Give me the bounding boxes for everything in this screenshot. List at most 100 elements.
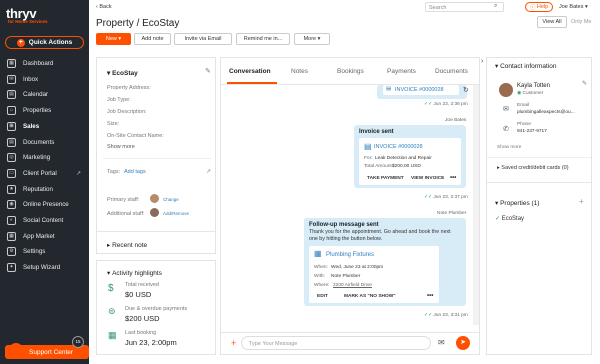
help-button[interactable]: ⓘ Help bbox=[525, 2, 553, 12]
tab-conversation[interactable]: Conversation bbox=[229, 68, 271, 75]
add-tags-link[interactable]: Add tags bbox=[124, 169, 146, 175]
inbox-icon: ✉ bbox=[7, 74, 16, 84]
message-timestamp: ✓✓ Jun 23, 3:31 pm bbox=[424, 313, 468, 318]
sidebar-item-calendar[interactable]: ▤ Calendar bbox=[0, 87, 89, 102]
for-value: Leak Detection and Repair bbox=[375, 156, 432, 161]
invoice-link[interactable]: INVOICE #0000028 bbox=[395, 87, 444, 93]
booking-card: ▦ Plumbing Fixtures When: Wed, June 23 a… bbox=[309, 246, 439, 303]
message-title: Invoice sent bbox=[359, 129, 394, 135]
activity-toggle[interactable]: ▾ Activity highlights bbox=[107, 269, 162, 277]
recent-note-label: Recent note bbox=[112, 242, 148, 249]
sidebar-item-properties[interactable]: ⌂ Properties bbox=[0, 103, 89, 118]
service-link[interactable]: Plumbing Fixtures bbox=[326, 252, 374, 258]
last-booking-label: Last booking bbox=[125, 330, 157, 336]
sidebar-item-inbox[interactable]: ✉ Inbox bbox=[0, 72, 89, 87]
external-link-icon[interactable]: ↗ bbox=[206, 168, 211, 175]
message-input[interactable]: Type Your Message bbox=[241, 336, 431, 350]
view-invoice-button[interactable]: VIEW INVOICE bbox=[411, 176, 444, 181]
tab-payments[interactable]: Payments bbox=[387, 68, 416, 75]
property-list-item[interactable]: ✓ EcoStay bbox=[495, 215, 524, 222]
show-more-link[interactable]: Show more bbox=[497, 145, 521, 150]
add-attachment-icon[interactable]: + bbox=[231, 338, 236, 348]
invite-email-button[interactable]: Invite via Email bbox=[174, 33, 232, 45]
take-payment-button[interactable]: TAKE PAYMENT bbox=[367, 176, 404, 181]
divider bbox=[221, 332, 479, 333]
sidebar-item-app-market[interactable]: ▦ App Market bbox=[0, 229, 89, 244]
field-address: Property Address: bbox=[107, 85, 151, 91]
properties-toggle[interactable]: ▾ Properties (1) bbox=[495, 199, 539, 207]
message-timestamp: ✓✓ Jun 23, 2:36 pm bbox=[424, 102, 468, 107]
email-icon[interactable]: ✉ bbox=[438, 338, 445, 347]
sidebar-item-sales[interactable]: ⊞ Sales bbox=[0, 119, 89, 134]
property-name-text: EcoStay bbox=[112, 70, 138, 77]
total-value: $200.00 USD bbox=[392, 164, 421, 169]
divider bbox=[103, 158, 211, 159]
contact-info-toggle[interactable]: ▾ Contact information bbox=[495, 62, 556, 70]
tab-bookings[interactable]: Bookings bbox=[337, 68, 364, 75]
edit-pencil-icon[interactable]: ✎ bbox=[205, 67, 211, 75]
sidebar-item-marketing[interactable]: ◎ Marketing bbox=[0, 150, 89, 165]
sidebar-item-social-content[interactable]: ◐ Social Content bbox=[0, 213, 89, 228]
page-title: Property / EcoStay bbox=[96, 18, 180, 29]
sidebar-item-label: Inbox bbox=[23, 75, 39, 83]
view-all-toggle[interactable]: View All bbox=[537, 16, 567, 28]
field-onsite-contact: On-Site Contact Name: bbox=[107, 133, 164, 139]
add-property-icon[interactable]: + bbox=[579, 197, 584, 206]
email-value[interactable]: plumbingalleaspects@ou... bbox=[517, 110, 575, 115]
reputation-icon: ★ bbox=[7, 184, 16, 194]
email-label: Email bbox=[517, 103, 529, 108]
collapse-panel-icon[interactable]: › bbox=[481, 58, 483, 65]
quick-actions-label: Quick Actions bbox=[28, 39, 73, 46]
tab-notes[interactable]: Notes bbox=[291, 68, 308, 75]
user-menu[interactable]: Joe Bates ▾ bbox=[559, 4, 588, 10]
more-button[interactable]: More ▾ bbox=[294, 33, 330, 45]
more-options-icon[interactable]: ••• bbox=[427, 293, 433, 299]
sidebar-item-settings[interactable]: ⚙ Settings bbox=[0, 244, 89, 259]
edit-pencil-icon[interactable]: ✎ bbox=[582, 80, 587, 87]
search-icon[interactable]: ⌕ bbox=[494, 3, 497, 10]
field-job-type: Job Type: bbox=[107, 97, 131, 103]
new-button[interactable]: New ▾ bbox=[96, 33, 131, 45]
remind-button[interactable]: Remind me in... bbox=[236, 33, 290, 45]
only-me-toggle[interactable]: Only Me bbox=[571, 19, 591, 25]
mark-no-show-button[interactable]: MARK AS "NO SHOW" bbox=[344, 294, 396, 299]
sidebar-item-setup-wizard[interactable]: ✦ Setup Wizard bbox=[0, 260, 89, 275]
edit-button[interactable]: EDIT bbox=[317, 294, 328, 299]
phone-value[interactable]: 941-237-9717 bbox=[517, 129, 547, 134]
support-badge[interactable]: 15 bbox=[72, 336, 84, 348]
avatar bbox=[150, 194, 159, 203]
refresh-icon[interactable]: ↻ bbox=[463, 86, 469, 94]
change-staff-link[interactable]: Change bbox=[163, 197, 179, 202]
scrollbar[interactable] bbox=[473, 85, 479, 325]
back-link[interactable]: ‹ Back bbox=[96, 4, 112, 10]
where-link[interactable]: 2200 Airfield Drive bbox=[333, 283, 372, 288]
back-label: Back bbox=[99, 4, 112, 10]
with-value: Note Plumber bbox=[331, 274, 361, 279]
sidebar-item-client-portal[interactable]: ▭ Client Portal ↗ bbox=[0, 166, 89, 181]
search-input[interactable]: Search bbox=[425, 2, 504, 12]
sales-icon: ⊞ bbox=[7, 121, 16, 131]
more-options-icon[interactable]: ••• bbox=[450, 175, 456, 181]
divider bbox=[487, 182, 591, 183]
last-booking-value: Jun 23, 2:00pm bbox=[125, 338, 177, 347]
sidebar-item-reputation[interactable]: ★ Reputation bbox=[0, 182, 89, 197]
total-received-value: $0 USD bbox=[125, 290, 152, 299]
invoice-link[interactable]: INVOICE #0000028 bbox=[374, 144, 423, 150]
sidebar-item-documents[interactable]: ▤ Documents bbox=[0, 135, 89, 150]
sidebar-item-dashboard[interactable]: ▦ Dashboard bbox=[0, 56, 89, 71]
sidebar-item-online-presence[interactable]: ◉ Online Presence bbox=[0, 197, 89, 212]
show-more-link[interactable]: Show more bbox=[107, 144, 135, 150]
property-item-label: EcoStay bbox=[501, 216, 525, 222]
logo-subtitle: for Home Services bbox=[8, 19, 48, 24]
money-icon: $ bbox=[108, 283, 114, 294]
quick-actions-button[interactable]: + Quick Actions bbox=[5, 36, 84, 49]
saved-cards-toggle[interactable]: ▸ Saved credit/debit cards (0) bbox=[497, 165, 569, 171]
contact-name[interactable]: Kayla Totten bbox=[517, 83, 550, 89]
recent-note-toggle[interactable]: ▸ Recent note bbox=[107, 241, 147, 249]
tab-documents[interactable]: Documents bbox=[435, 68, 468, 75]
send-button[interactable]: ➤ bbox=[456, 336, 470, 350]
add-note-button[interactable]: Add note bbox=[134, 33, 171, 45]
add-remove-staff-link[interactable]: Add/Remove bbox=[163, 211, 189, 216]
invoice-card[interactable]: ▤ INVOICE #0000028 bbox=[383, 85, 459, 95]
property-name[interactable]: ▾ EcoStay bbox=[107, 69, 138, 77]
